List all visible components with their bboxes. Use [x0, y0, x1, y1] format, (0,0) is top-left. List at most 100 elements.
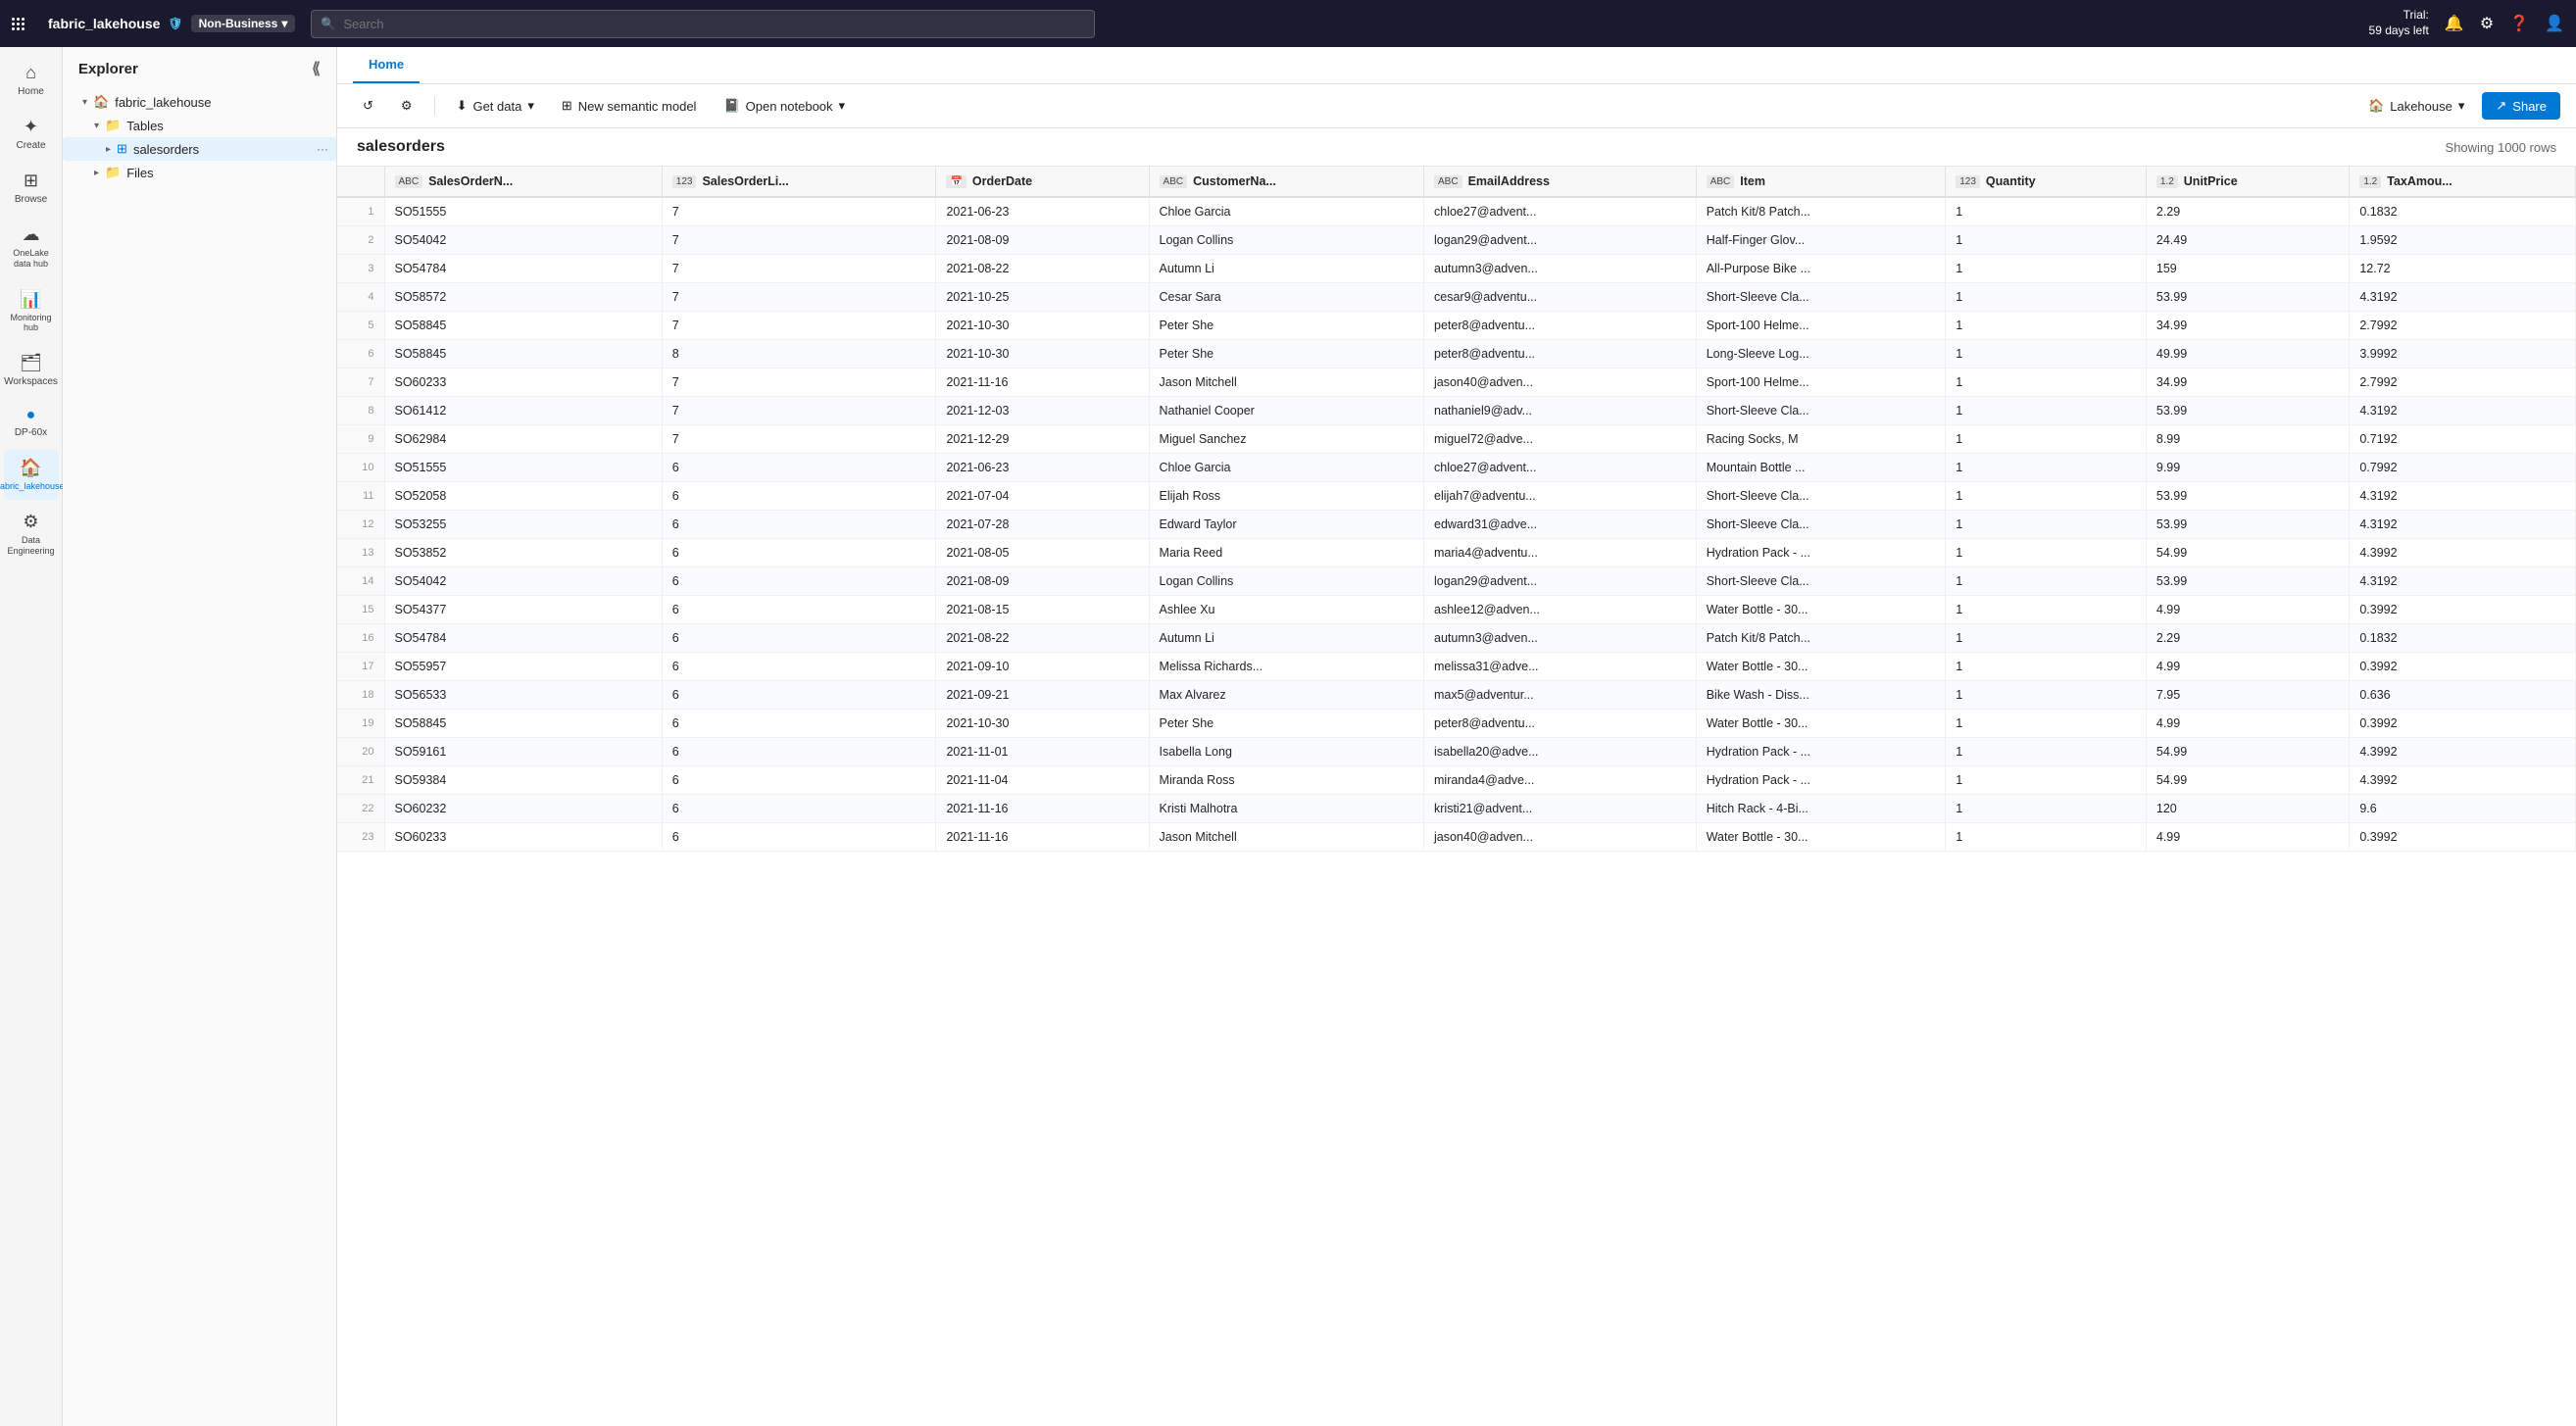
folder-icon: 📁: [105, 165, 121, 180]
table-row[interactable]: 9SO6298472021-12-29Miguel Sanchezmiguel7…: [337, 425, 2576, 454]
chevron-down-icon: ▾: [527, 98, 534, 114]
cell-value: kristi21@advent...: [1424, 795, 1697, 823]
lakehouse-button[interactable]: 🏠 Lakehouse ▾: [2358, 92, 2474, 120]
cell-value: SO54042: [384, 226, 662, 255]
col-orderdate[interactable]: 📅OrderDate: [936, 167, 1149, 197]
table-row[interactable]: 6SO5884582021-10-30Peter Shepeter8@adven…: [337, 340, 2576, 369]
cell-value: SO60232: [384, 795, 662, 823]
tree-salesorders[interactable]: ▸ ⊞ salesorders ···: [63, 137, 336, 161]
trial-label: Trial:: [2369, 8, 2429, 24]
settings-button[interactable]: ⚙: [391, 92, 422, 120]
cell-value: 2.7992: [2350, 312, 2576, 340]
tree-fabric-lakehouse[interactable]: ▾ 🏠 fabric_lakehouse: [63, 90, 336, 114]
table-row[interactable]: 23SO6023362021-11-16Jason Mitchelljason4…: [337, 823, 2576, 852]
cell-value: maria4@adventu...: [1424, 539, 1697, 567]
cell-rownum: 3: [337, 255, 384, 283]
table-row[interactable]: 7SO6023372021-11-16Jason Mitchelljason40…: [337, 369, 2576, 397]
account-icon[interactable]: 👤: [2545, 14, 2564, 33]
sidebar-item-data-engineering[interactable]: ⚙ Data Engineering: [4, 504, 59, 565]
cell-value: 7: [662, 197, 936, 226]
table-row[interactable]: 20SO5916162021-11-01Isabella Longisabell…: [337, 738, 2576, 766]
sidebar-item-browse[interactable]: ⊞ Browse: [4, 163, 59, 213]
tree-more-button[interactable]: ···: [317, 142, 328, 156]
settings-icon[interactable]: ⚙: [2480, 14, 2494, 33]
cell-rownum: 5: [337, 312, 384, 340]
waffle-menu-icon[interactable]: [12, 18, 25, 30]
tree-tables[interactable]: ▾ 📁 Tables: [63, 114, 336, 137]
table-row[interactable]: 17SO5595762021-09-10Melissa Richards...m…: [337, 653, 2576, 681]
table-row[interactable]: 2SO5404272021-08-09Logan Collinslogan29@…: [337, 226, 2576, 255]
trial-days: 59 days left: [2369, 24, 2429, 39]
sidebar-item-fabric-lakehouse[interactable]: 🏠 fabric_lakehouse: [4, 450, 59, 500]
cell-value: 2.29: [2146, 624, 2349, 653]
search-input[interactable]: [311, 10, 1095, 38]
table-row[interactable]: 12SO5325562021-07-28Edward Tayloredward3…: [337, 511, 2576, 539]
table-row[interactable]: 8SO6141272021-12-03Nathaniel Coopernatha…: [337, 397, 2576, 425]
table-row[interactable]: 15SO5437762021-08-15Ashlee Xuashlee12@ad…: [337, 596, 2576, 624]
sidebar-item-dp60x[interactable]: ● DP-60x: [4, 399, 59, 446]
table-row[interactable]: 21SO5938462021-11-04Miranda Rossmiranda4…: [337, 766, 2576, 795]
sidebar-item-onelake[interactable]: ☁ OneLake data hub: [4, 217, 59, 277]
table-row[interactable]: 22SO6023262021-11-16Kristi Malhotrakrist…: [337, 795, 2576, 823]
cell-value: 0.7192: [2350, 425, 2576, 454]
sidebar-item-home[interactable]: ⌂ Home: [4, 55, 59, 105]
tree-files[interactable]: ▸ 📁 Files: [63, 161, 336, 184]
cell-value: SO59384: [384, 766, 662, 795]
col-emailaddress[interactable]: ABCEmailAddress: [1424, 167, 1697, 197]
cell-value: 53.99: [2146, 397, 2349, 425]
cell-value: SO54784: [384, 624, 662, 653]
share-button[interactable]: ↗ Share: [2482, 92, 2560, 120]
col-taxamount[interactable]: 1.2TaxAmou...: [2350, 167, 2576, 197]
get-data-button[interactable]: ⬇ Get data ▾: [447, 92, 544, 120]
col-unitprice[interactable]: 1.2UnitPrice: [2146, 167, 2349, 197]
cell-value: isabella20@adve...: [1424, 738, 1697, 766]
table-row[interactable]: 14SO5404262021-08-09Logan Collinslogan29…: [337, 567, 2576, 596]
notification-icon[interactable]: 🔔: [2445, 14, 2464, 33]
table-row[interactable]: 1SO5155572021-06-23Chloe Garciachloe27@a…: [337, 197, 2576, 226]
cell-value: Racing Socks, M: [1696, 425, 1945, 454]
table-header-row: ABCSalesOrderN... 123SalesOrderLi... 📅Or…: [337, 167, 2576, 197]
table-row[interactable]: 16SO5478462021-08-22Autumn Liautumn3@adv…: [337, 624, 2576, 653]
col-salesordernumber[interactable]: ABCSalesOrderN...: [384, 167, 662, 197]
cell-value: 2021-08-05: [936, 539, 1149, 567]
table-row[interactable]: 19SO5884562021-10-30Peter Shepeter8@adve…: [337, 710, 2576, 738]
cell-value: 120: [2146, 795, 2349, 823]
sensitivity-label: Non-Business: [199, 17, 278, 30]
col-item[interactable]: ABCItem: [1696, 167, 1945, 197]
cell-value: peter8@adventu...: [1424, 710, 1697, 738]
semantic-model-icon: ⊞: [562, 98, 572, 114]
open-notebook-button[interactable]: 📓 Open notebook ▾: [714, 92, 855, 120]
tree-salesorders-label: salesorders: [133, 142, 199, 157]
cell-value: 1: [1946, 710, 2147, 738]
help-icon[interactable]: ❓: [2509, 14, 2529, 33]
col-salesorderline[interactable]: 123SalesOrderLi...: [662, 167, 936, 197]
table-row[interactable]: 13SO5385262021-08-05Maria Reedmaria4@adv…: [337, 539, 2576, 567]
tab-home[interactable]: Home: [353, 47, 420, 83]
cell-value: 4.99: [2146, 596, 2349, 624]
table-row[interactable]: 18SO5653362021-09-21Max Alvarezmax5@adve…: [337, 681, 2576, 710]
sidebar-item-create[interactable]: ✦ Create: [4, 109, 59, 159]
table-row[interactable]: 5SO5884572021-10-30Peter Shepeter8@adven…: [337, 312, 2576, 340]
sensitivity-badge[interactable]: Non-Business ▾: [191, 15, 296, 32]
cell-value: Autumn Li: [1149, 624, 1423, 653]
table-row[interactable]: 4SO5857272021-10-25Cesar Saracesar9@adve…: [337, 283, 2576, 312]
cell-value: 1: [1946, 226, 2147, 255]
cell-value: Hitch Rack - 4-Bi...: [1696, 795, 1945, 823]
table-row[interactable]: 10SO5155562021-06-23Chloe Garciachloe27@…: [337, 454, 2576, 482]
cell-value: SO58845: [384, 312, 662, 340]
col-quantity[interactable]: 123Quantity: [1946, 167, 2147, 197]
explorer-close-button[interactable]: ⟪: [312, 59, 321, 78]
cell-value: Jason Mitchell: [1149, 369, 1423, 397]
cell-value: 0.1832: [2350, 197, 2576, 226]
sidebar-item-monitoring[interactable]: 📊 Monitoring hub: [4, 281, 59, 342]
sidebar-item-workspaces[interactable]: 🗂 Workspaces: [4, 345, 59, 395]
table-row[interactable]: 3SO5478472021-08-22Autumn Liautumn3@adve…: [337, 255, 2576, 283]
new-semantic-model-button[interactable]: ⊞ New semantic model: [552, 92, 707, 120]
cell-rownum: 6: [337, 340, 384, 369]
table-row[interactable]: 11SO5205862021-07-04Elijah Rosselijah7@a…: [337, 482, 2576, 511]
col-taxamount-label: TaxAmou...: [2387, 174, 2452, 188]
refresh-button[interactable]: ↺: [353, 92, 383, 120]
col-customername[interactable]: ABCCustomerNa...: [1149, 167, 1423, 197]
cell-value: Short-Sleeve Cla...: [1696, 397, 1945, 425]
sidebar-create-label: Create: [16, 140, 45, 151]
